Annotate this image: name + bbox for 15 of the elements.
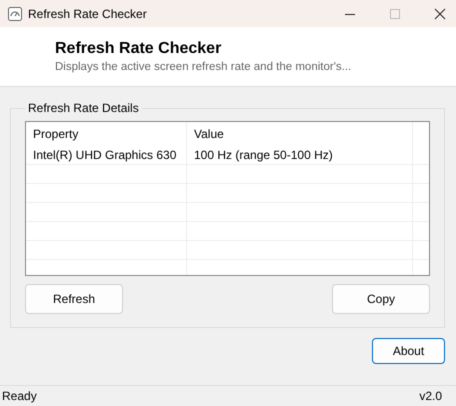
copy-button[interactable]: Copy <box>332 284 430 314</box>
header-subtitle: Displays the active screen refresh rate and the monitor's... <box>55 61 352 73</box>
column-header[interactable]: Value <box>187 122 413 146</box>
table-cell: Intel(R) UHD Graphics 630 <box>26 146 187 165</box>
close-icon[interactable] <box>434 8 446 20</box>
app-icon <box>8 6 22 20</box>
refresh-button[interactable]: Refresh <box>25 284 123 314</box>
about-button[interactable]: About <box>372 338 445 364</box>
version-text: v2.0 <box>419 389 442 403</box>
group-title: Refresh Rate Details <box>27 101 140 115</box>
table-cell: 100 Hz (range 50-100 Hz) <box>187 146 413 165</box>
status-text: Ready <box>2 389 37 403</box>
column-header[interactable]: Property <box>26 122 187 146</box>
window-title: Refresh Rate Checker <box>28 6 147 20</box>
header-title: Refresh Rate Checker <box>55 40 222 58</box>
